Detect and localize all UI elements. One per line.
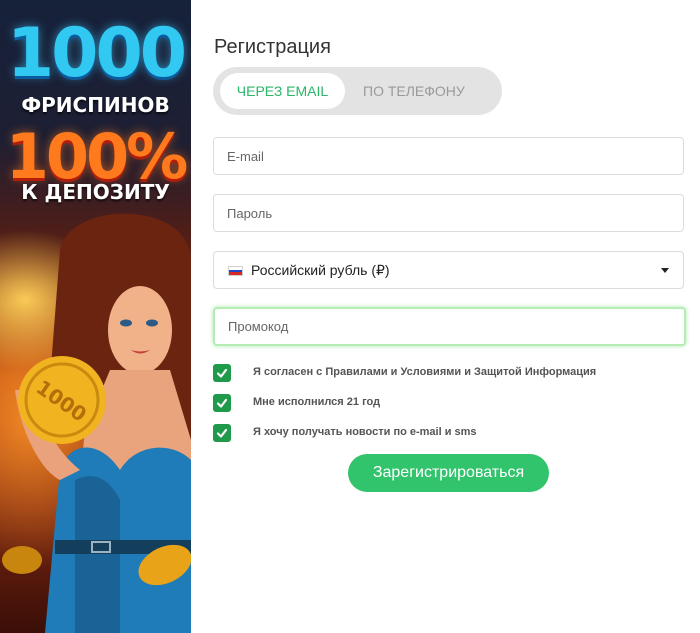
page-title: Регистрация [214,36,331,58]
check-icon [216,398,228,408]
currency-select[interactable]: Российский рубль (₽) [213,251,684,289]
email-field-wrapper [213,137,684,175]
check-icon [216,368,228,378]
terms-checkbox-label: Я согласен с Правилами и Условиями и Защ… [253,366,597,378]
currency-value: Российский рубль (₽) [251,262,390,278]
chevron-down-icon [661,268,669,273]
email-input[interactable] [214,138,683,174]
news-checkbox[interactable] [213,424,231,442]
banner-freespins-amount: 1000 [6,14,187,93]
banner-freespins-label: ФРИСПИНОВ [21,93,170,117]
promo-field-wrapper [213,307,686,346]
news-checkbox-label: Я хочу получать новости по e-mail и sms [253,426,477,438]
age-checkbox-label: Мне исполнился 21 год [253,396,381,408]
register-button[interactable]: Зарегистрироваться [348,454,549,492]
promo-code-input[interactable] [215,309,684,344]
russia-flag-icon [228,266,243,276]
check-icon [216,428,228,438]
tab-phone[interactable]: ПО ТЕЛЕФОНУ [363,73,465,109]
tab-email[interactable]: ЧЕРЕЗ EMAIL [220,73,345,109]
password-field-wrapper [213,194,684,232]
banner-deposit-label: К ДЕПОЗИТУ [21,180,170,204]
promo-banner[interactable]: 1000 1000 ФРИСПИНОВ 100% К ДЕПОЗИТУ [0,0,191,633]
password-input[interactable] [214,195,683,231]
age-checkbox[interactable] [213,394,231,412]
terms-checkbox[interactable] [213,364,231,382]
registration-method-tabs: ЧЕРЕЗ EMAIL ПО ТЕЛЕФОНУ [213,67,502,115]
